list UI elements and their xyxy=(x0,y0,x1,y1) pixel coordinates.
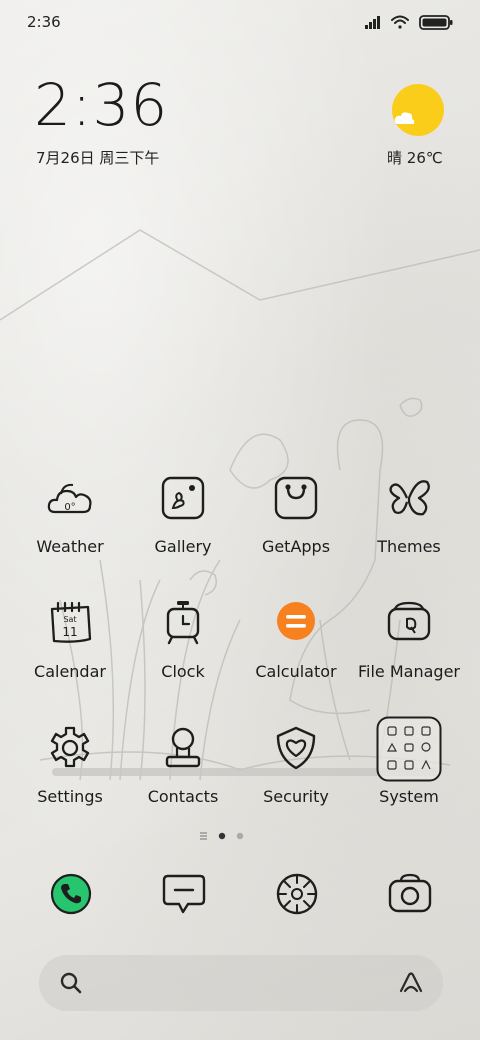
camera-icon xyxy=(388,873,432,913)
app-label: System xyxy=(379,787,439,806)
app-file-manager[interactable]: File Manager xyxy=(351,599,467,709)
weather-temperature: 26℃ xyxy=(406,149,443,167)
app-clock[interactable]: Clock xyxy=(125,599,241,709)
app-calendar[interactable]: Sat 11 Calendar xyxy=(12,599,128,709)
calendar-day-name: Sat xyxy=(63,615,76,624)
app-label: Themes xyxy=(377,537,441,556)
app-label: Contacts xyxy=(147,787,219,806)
app-system-folder[interactable]: System xyxy=(351,716,467,834)
battery-icon xyxy=(419,15,453,30)
app-gallery[interactable]: Gallery xyxy=(125,474,241,584)
wifi-icon xyxy=(391,15,409,29)
clock-widget-time[interactable]: 2:36 xyxy=(34,76,168,134)
app-contacts[interactable]: Contacts xyxy=(125,724,241,834)
signal-icon xyxy=(365,16,380,29)
app-label: Weather xyxy=(36,537,104,556)
shield-heart-icon xyxy=(276,726,316,770)
phone-icon xyxy=(50,873,92,915)
page-indicator[interactable] xyxy=(200,829,260,843)
weather-badge: 0° xyxy=(64,502,75,513)
weather-condition: 晴 xyxy=(387,149,403,167)
dock-browser[interactable] xyxy=(273,870,321,918)
folder-icon xyxy=(387,601,431,641)
gallery-icon xyxy=(161,476,205,520)
app-label: GetApps xyxy=(261,537,331,556)
feed-page-icon xyxy=(200,832,207,840)
search-icon xyxy=(60,972,82,994)
assistant-icon[interactable] xyxy=(397,971,425,995)
app-settings[interactable]: Settings xyxy=(12,724,128,834)
calculator-icon xyxy=(277,602,315,640)
app-calculator[interactable]: Calculator xyxy=(238,599,354,709)
app-label: Calendar xyxy=(34,662,106,681)
contacts-person-icon xyxy=(165,727,201,768)
status-icons xyxy=(365,15,453,30)
app-label: File Manager xyxy=(358,662,460,681)
app-getapps[interactable]: GetApps xyxy=(238,474,354,584)
weather-cloud-icon: 0° xyxy=(47,483,92,514)
butterfly-icon xyxy=(389,480,430,516)
app-label: Settings xyxy=(37,787,103,806)
app-label: Clock xyxy=(161,662,205,681)
app-weather[interactable]: 0° Weather xyxy=(12,474,128,584)
dock-phone[interactable] xyxy=(47,870,95,918)
calendar-day-number: 11 xyxy=(62,625,77,639)
dock-messages[interactable] xyxy=(160,870,208,918)
app-themes[interactable]: Themes xyxy=(351,474,467,584)
gear-icon xyxy=(50,726,90,768)
browser-icon xyxy=(276,873,318,915)
getapps-bag-icon xyxy=(274,476,318,520)
dock-camera[interactable] xyxy=(386,870,434,918)
status-time: 2:36 xyxy=(27,13,61,31)
app-label: Gallery xyxy=(154,537,212,556)
app-security[interactable]: Security xyxy=(238,724,354,834)
messages-icon xyxy=(162,874,206,914)
app-label: Security xyxy=(263,787,329,806)
search-bar[interactable] xyxy=(39,955,443,1011)
weather-widget-text[interactable]: 晴 26℃ xyxy=(387,147,443,168)
calendar-icon: Sat 11 xyxy=(50,601,92,643)
page-dot-active xyxy=(218,832,226,840)
page-dot xyxy=(236,832,244,840)
folder-grid-icon xyxy=(376,716,442,782)
app-label: Calculator xyxy=(255,662,337,681)
clock-widget-date[interactable]: 7月26日 周三下午 xyxy=(36,147,159,168)
alarm-clock-icon xyxy=(166,601,200,645)
sun-cloud-icon[interactable] xyxy=(392,84,444,136)
